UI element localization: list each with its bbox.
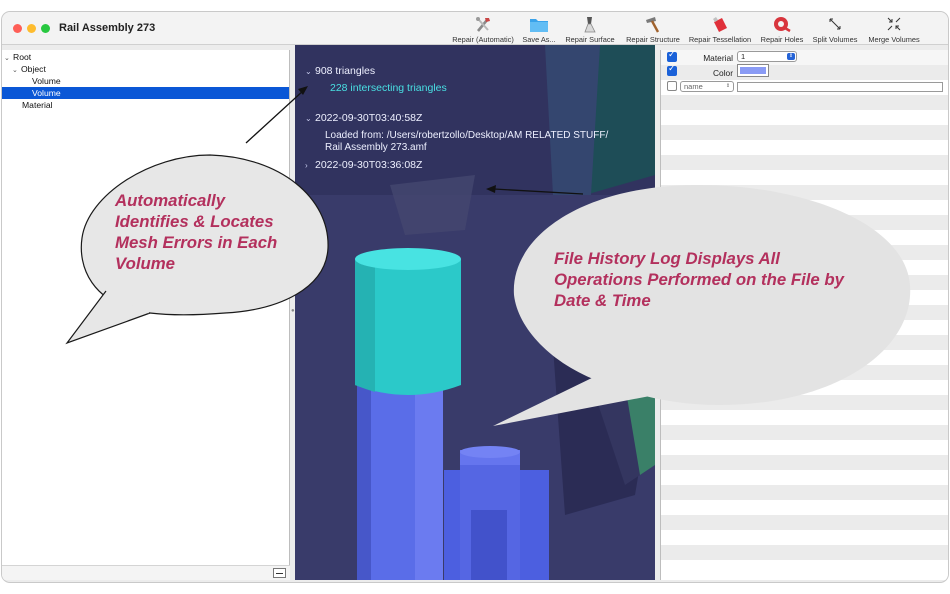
callout-line: Mesh Errors in Each — [115, 233, 278, 252]
left-arrow-line — [245, 89, 305, 144]
right-arrow-line — [493, 188, 584, 195]
callout-line: File History Log Displays All — [554, 249, 780, 268]
left-callout-text: Automatically Identifies & Locates Mesh … — [115, 190, 277, 274]
right-arrow-head — [486, 185, 496, 193]
callout-line: Automatically — [115, 191, 226, 210]
callout-line: Volume — [115, 254, 175, 273]
right-callout-text: File History Log Displays All Operations… — [554, 248, 844, 311]
callout-line: Operations Performed on the File by — [554, 270, 844, 289]
callout-line: Date & Time — [554, 291, 651, 310]
callout-line: Identifies & Locates — [115, 212, 274, 231]
